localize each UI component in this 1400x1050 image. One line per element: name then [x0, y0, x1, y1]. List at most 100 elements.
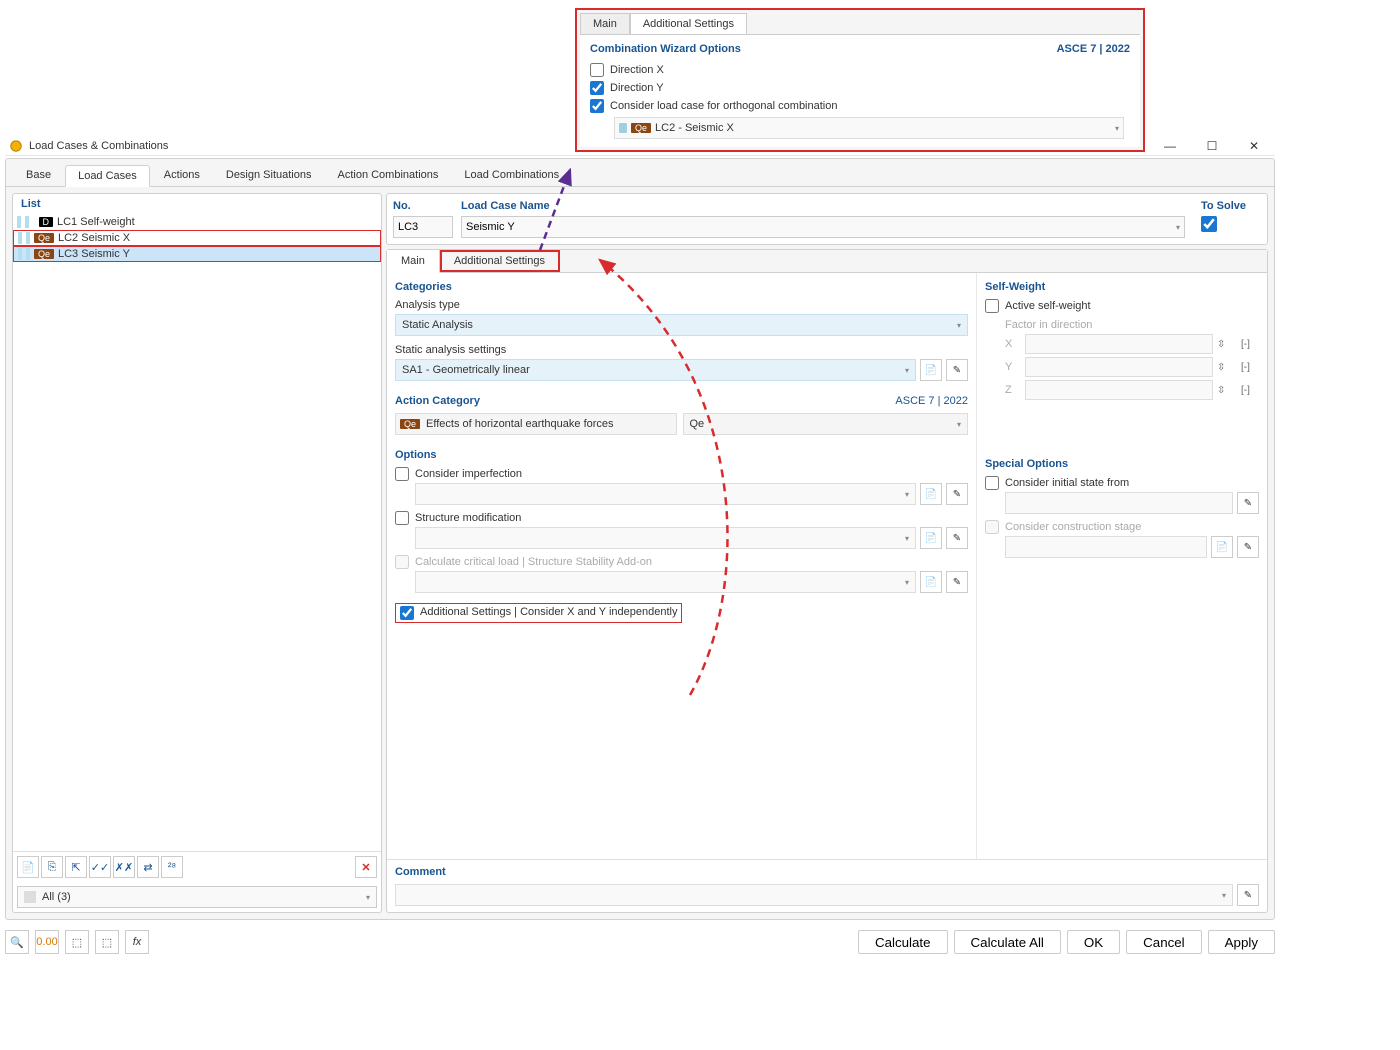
details-tab-additional[interactable]: Additional Settings: [440, 250, 560, 272]
structure-mod-row[interactable]: Structure modification: [395, 511, 968, 525]
action-category-code-dropdown[interactable]: Qe ▾: [683, 413, 969, 435]
structure-mod-checkbox[interactable]: [395, 511, 409, 525]
direction-y-row[interactable]: Direction Y: [590, 81, 1130, 95]
tab-load-cases[interactable]: Load Cases: [65, 165, 150, 187]
edit-structure-mod-button[interactable]: ✎: [946, 527, 968, 549]
factor-direction-label: Factor in direction: [1005, 319, 1259, 331]
tab-actions[interactable]: Actions: [152, 165, 212, 186]
additional-settings-checkbox[interactable]: [400, 606, 414, 620]
solve-checkbox[interactable]: [1201, 216, 1217, 232]
imperfection-dropdown[interactable]: ▾: [415, 483, 916, 505]
name-input[interactable]: [466, 221, 1176, 233]
new-crit-load-button[interactable]: 📄: [920, 571, 942, 593]
renumber-button[interactable]: ²⁸: [161, 856, 183, 878]
callout-tab-main[interactable]: Main: [580, 13, 630, 34]
orthogonal-loadcase-dropdown[interactable]: Qe LC2 - Seismic X ▾: [614, 117, 1124, 139]
new-imperfection-button[interactable]: 📄: [920, 483, 942, 505]
tree-button[interactable]: ⬚: [65, 930, 89, 954]
imperfection-row[interactable]: Consider imperfection: [395, 467, 968, 481]
minimize-button[interactable]: —: [1153, 139, 1187, 153]
critical-load-label: Calculate critical load | Structure Stab…: [415, 556, 652, 568]
edit-initial-state-button[interactable]: ✎: [1237, 492, 1259, 514]
import-button[interactable]: ⇱: [65, 856, 87, 878]
details-tab-main[interactable]: Main: [387, 250, 440, 273]
edit-settings-button[interactable]: ✎: [946, 359, 968, 381]
category-badge: D: [39, 217, 54, 227]
critical-load-row: Calculate critical load | Structure Stab…: [395, 555, 968, 569]
spin-icon[interactable]: ⇳: [1217, 385, 1237, 396]
new-constr-button[interactable]: 📄: [1211, 536, 1233, 558]
copy-item-button[interactable]: ⎘: [41, 856, 63, 878]
direction-y-label: Direction Y: [610, 82, 664, 94]
delete-button[interactable]: ✕: [355, 856, 377, 878]
active-selfweight-row[interactable]: Active self-weight: [985, 299, 1259, 313]
new-settings-button[interactable]: 📄: [920, 359, 942, 381]
direction-x-checkbox[interactable]: [590, 63, 604, 77]
ok-button[interactable]: OK: [1067, 930, 1120, 954]
direction-x-row[interactable]: Direction X: [590, 63, 1130, 77]
edit-constr-button[interactable]: ✎: [1237, 536, 1259, 558]
initial-state-label: Consider initial state from: [1005, 477, 1129, 489]
main-dialog-frame: Base Load Cases Actions Design Situation…: [5, 158, 1275, 920]
new-item-button[interactable]: 📄: [17, 856, 39, 878]
axis-x-label: X: [1005, 338, 1021, 350]
spin-icon[interactable]: ⇳: [1217, 339, 1237, 350]
help-button[interactable]: 🔍: [5, 930, 29, 954]
no-input[interactable]: [398, 221, 448, 233]
factor-y-field[interactable]: [1025, 357, 1213, 377]
loadcase-row[interactable]: QeLC3 Seismic Y: [13, 246, 381, 262]
edit-comment-button[interactable]: ✎: [1237, 884, 1259, 906]
action-category-display: Qe Effects of horizontal earthquake forc…: [395, 413, 677, 435]
filter-dropdown[interactable]: All (3) ▾: [17, 886, 377, 908]
analysis-type-dropdown[interactable]: Static Analysis ▾: [395, 314, 968, 336]
calculate-all-button[interactable]: Calculate All: [954, 930, 1061, 954]
imperfection-checkbox[interactable]: [395, 467, 409, 481]
factor-x-field[interactable]: [1025, 334, 1213, 354]
initial-state-row[interactable]: Consider initial state from: [985, 476, 1259, 490]
calculate-button[interactable]: Calculate: [858, 930, 948, 954]
uncheck-button[interactable]: ✗✗: [113, 856, 135, 878]
loadcase-row[interactable]: DLC1 Self-weight: [13, 214, 381, 230]
consider-orthogonal-checkbox[interactable]: [590, 99, 604, 113]
comment-header: Comment: [395, 866, 1259, 878]
comment-field[interactable]: ▾: [395, 884, 1233, 906]
close-button[interactable]: ✕: [1237, 139, 1271, 153]
spin-icon[interactable]: ⇳: [1217, 362, 1237, 373]
cancel-button[interactable]: Cancel: [1126, 930, 1202, 954]
consider-orthogonal-row[interactable]: Consider load case for orthogonal combin…: [590, 99, 1130, 113]
initial-state-dropdown[interactable]: [1005, 492, 1233, 514]
details-header-row: No. Load Case Name ▾ To Solve: [386, 193, 1268, 245]
construction-stage-dropdown: [1005, 536, 1207, 558]
callout-tab-additional[interactable]: Additional Settings: [630, 13, 747, 34]
edit-imperfection-button[interactable]: ✎: [946, 483, 968, 505]
chevron-down-icon: ▾: [905, 366, 909, 375]
list-header: List: [13, 194, 381, 214]
active-selfweight-checkbox[interactable]: [985, 299, 999, 313]
chevron-down-icon: ▾: [905, 578, 909, 587]
tab-base[interactable]: Base: [14, 165, 63, 186]
name-field[interactable]: ▾: [461, 216, 1185, 238]
no-field[interactable]: [393, 216, 453, 238]
apply-button[interactable]: Apply: [1208, 930, 1275, 954]
filter-button[interactable]: ⬚: [95, 930, 119, 954]
new-structure-mod-button[interactable]: 📄: [920, 527, 942, 549]
axis-z-label: Z: [1005, 384, 1021, 396]
loadcase-list[interactable]: DLC1 Self-weightQeLC2 Seismic XQeLC3 Sei…: [13, 214, 381, 851]
edit-crit-load-button[interactable]: ✎: [946, 571, 968, 593]
structure-mod-dropdown[interactable]: ▾: [415, 527, 916, 549]
tab-load-combinations[interactable]: Load Combinations: [452, 165, 571, 186]
check-button[interactable]: ✓✓: [89, 856, 111, 878]
direction-y-checkbox[interactable]: [590, 81, 604, 95]
loadcase-row[interactable]: QeLC2 Seismic X: [13, 230, 381, 246]
function-button[interactable]: fx: [125, 930, 149, 954]
factor-z-field[interactable]: [1025, 380, 1213, 400]
tab-design-situations[interactable]: Design Situations: [214, 165, 324, 186]
critical-load-checkbox: [395, 555, 409, 569]
consider-orthogonal-label: Consider load case for orthogonal combin…: [610, 100, 837, 112]
tab-action-combinations[interactable]: Action Combinations: [325, 165, 450, 186]
initial-state-checkbox[interactable]: [985, 476, 999, 490]
units-button[interactable]: 0.00: [35, 930, 59, 954]
swap-button[interactable]: ⇄: [137, 856, 159, 878]
static-settings-dropdown[interactable]: SA1 - Geometrically linear ▾: [395, 359, 916, 381]
maximize-button[interactable]: ☐: [1195, 139, 1229, 153]
